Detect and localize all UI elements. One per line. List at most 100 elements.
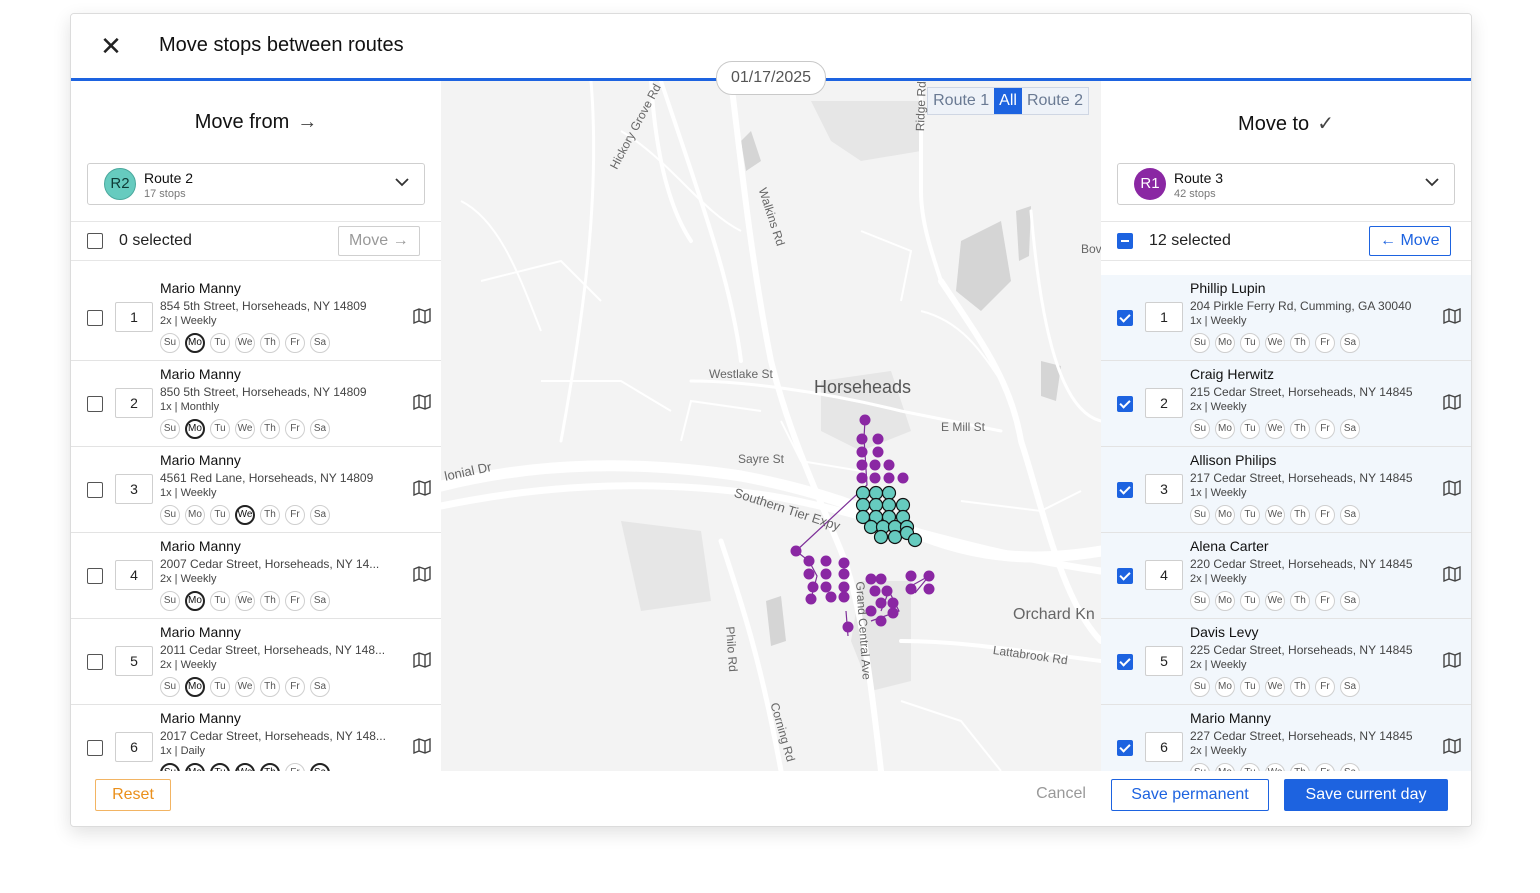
move-button[interactable]: Move → [338,226,420,256]
stop-marker[interactable] [805,593,817,605]
stop-marker[interactable] [869,472,881,484]
map-icon[interactable] [1443,651,1461,669]
stop-marker[interactable] [905,583,917,595]
stop-order-input[interactable]: 5 [115,646,153,676]
stop-marker[interactable] [897,472,909,484]
stop-order-input[interactable]: 2 [115,388,153,418]
stop-order-input[interactable]: 4 [1145,560,1183,590]
stop-order-input[interactable]: 3 [115,474,153,504]
stop-checkbox[interactable] [1117,740,1133,756]
stop-row[interactable]: 4 Mario Manny 2007 Cedar Street, Horsehead… [71,533,441,619]
route-select-to[interactable]: R1 Route 3 42 stops [1117,163,1455,205]
reset-button[interactable]: Reset [95,779,171,811]
stop-marker[interactable] [887,607,899,619]
stop-marker[interactable] [869,585,881,597]
map-icon[interactable] [413,307,431,325]
save-permanent-button[interactable]: Save permanent [1111,779,1269,811]
filter-route-2[interactable]: Route 2 [1022,88,1088,114]
route-select-from[interactable]: R2 Route 2 17 stops [87,163,425,205]
move-back-button[interactable]: ← Move [1369,226,1451,256]
select-all-checkbox[interactable] [1117,233,1133,249]
stop-marker[interactable] [838,568,850,580]
stop-marker[interactable] [923,583,935,595]
stop-row[interactable]: 1 Phillip Lupin 204 Pirkle Ferry Rd, Cummi… [1101,275,1471,361]
stop-checkbox[interactable] [87,482,103,498]
map-icon[interactable] [413,479,431,497]
stop-order-input[interactable]: 3 [1145,474,1183,504]
stop-marker[interactable] [790,545,802,557]
stop-marker[interactable] [872,433,884,445]
stop-marker[interactable] [825,591,837,603]
stop-marker[interactable] [838,581,850,593]
stop-marker[interactable] [905,570,917,582]
stop-marker[interactable] [895,497,911,513]
stop-marker[interactable] [863,519,879,535]
map-icon[interactable] [1443,307,1461,325]
map-icon[interactable] [1443,393,1461,411]
stop-order-input[interactable]: 1 [1145,302,1183,332]
stop-marker[interactable] [872,446,884,458]
filter-route-1[interactable]: Route 1 [928,88,994,114]
cancel-button[interactable]: Cancel [1026,779,1096,809]
stop-order-input[interactable]: 6 [1145,732,1183,762]
stop-order-input[interactable]: 5 [1145,646,1183,676]
stop-checkbox[interactable] [1117,482,1133,498]
stop-marker[interactable] [820,581,832,593]
stop-marker[interactable] [881,485,897,501]
map-icon[interactable] [413,651,431,669]
stop-marker[interactable] [887,529,903,545]
stop-checkbox[interactable] [87,310,103,326]
map-icon[interactable] [1443,565,1461,583]
stop-row[interactable]: 2 Craig Herwitz 215 Cedar Street, Horsehea… [1101,361,1471,447]
save-current-day-button[interactable]: Save current day [1284,779,1448,811]
stop-checkbox[interactable] [1117,396,1133,412]
stop-marker[interactable] [907,532,923,548]
stop-checkbox[interactable] [1117,654,1133,670]
stop-marker[interactable] [875,573,887,585]
stop-row[interactable]: 5 Davis Levy 225 Cedar Street, Horseheads,… [1101,619,1471,705]
stop-marker[interactable] [881,585,893,597]
map-view[interactable]: Route 1 All Route 2 Horseheads Westlake … [441,81,1101,771]
stop-row[interactable]: 4 Alena Carter 220 Cedar Street, Horsehead… [1101,533,1471,619]
stop-order-input[interactable]: 2 [1145,388,1183,418]
stop-marker[interactable] [887,597,899,609]
stop-marker[interactable] [923,570,935,582]
stop-marker[interactable] [820,555,832,567]
stop-marker[interactable] [820,568,832,580]
stop-marker[interactable] [856,472,868,484]
stop-row[interactable]: 5 Mario Manny 2011 Cedar Street, Horsehead… [71,619,441,705]
stop-marker[interactable] [869,459,881,471]
stop-marker[interactable] [881,497,897,513]
date-picker[interactable]: 01/17/2025 [716,61,826,95]
close-icon[interactable]: ✕ [99,33,123,59]
stop-checkbox[interactable] [87,740,103,756]
stop-marker[interactable] [838,557,850,569]
route-filter-toggle[interactable]: Route 1 All Route 2 [927,87,1089,115]
stop-checkbox[interactable] [87,568,103,584]
select-all-checkbox[interactable] [87,233,103,249]
map-icon[interactable] [413,737,431,755]
stop-row[interactable]: 3 Mario Manny 4561 Red Lane, Horseheads, N… [71,447,441,533]
stop-marker[interactable] [807,581,819,593]
stop-marker[interactable] [868,485,884,501]
map-icon[interactable] [413,565,431,583]
stop-order-input[interactable]: 1 [115,302,153,332]
stop-row[interactable]: 6 Mario Manny 227 Cedar Street, Horseheads… [1101,705,1471,771]
stop-marker[interactable] [856,446,868,458]
stop-marker[interactable] [859,414,871,426]
stop-marker[interactable] [883,459,895,471]
stop-order-input[interactable]: 4 [115,560,153,590]
map-icon[interactable] [1443,479,1461,497]
stop-marker[interactable] [873,529,889,545]
stop-checkbox[interactable] [1117,310,1133,326]
stop-marker[interactable] [855,497,871,513]
stop-marker[interactable] [838,591,850,603]
stop-marker[interactable] [855,485,871,501]
stop-marker[interactable] [856,433,868,445]
stop-marker[interactable] [875,597,887,609]
stop-marker[interactable] [803,555,815,567]
filter-all[interactable]: All [994,88,1022,114]
stop-marker[interactable] [868,497,884,513]
stop-marker[interactable] [842,621,854,633]
stop-marker[interactable] [883,472,895,484]
